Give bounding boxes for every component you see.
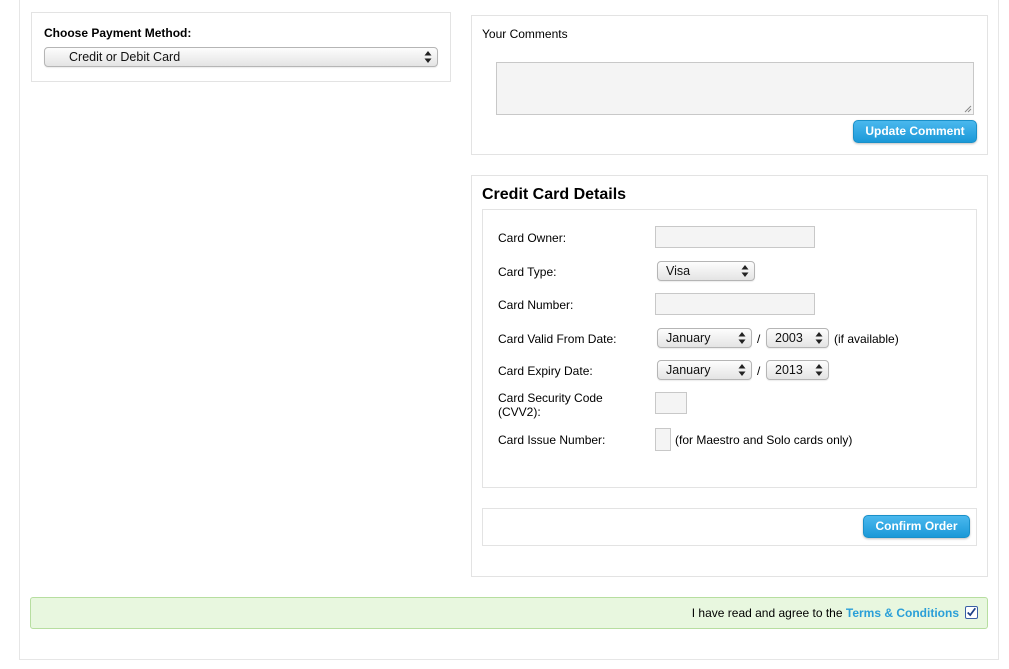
checkmark-icon bbox=[967, 607, 976, 617]
issue-number-label: Card Issue Number: bbox=[498, 433, 606, 447]
card-owner-label: Card Owner: bbox=[498, 231, 567, 245]
valid-from-month-select[interactable]: January bbox=[657, 328, 752, 348]
comments-label: Your Comments bbox=[482, 27, 568, 41]
select-arrows-icon bbox=[815, 332, 823, 344]
date-separator: / bbox=[757, 364, 761, 378]
payment-method-value: Credit or Debit Card bbox=[69, 50, 181, 64]
expiry-year-value: 2013 bbox=[775, 363, 803, 377]
payment-method-label: Choose Payment Method: bbox=[44, 26, 192, 40]
terms-bar: I have read and agree to the Terms & Con… bbox=[30, 597, 988, 629]
date-separator: / bbox=[757, 332, 761, 346]
valid-from-note: (if available) bbox=[834, 332, 899, 346]
update-comment-button[interactable]: Update Comment bbox=[853, 120, 977, 143]
select-arrows-icon bbox=[424, 51, 432, 63]
card-number-label: Card Number: bbox=[498, 298, 574, 312]
cvv-input[interactable] bbox=[655, 392, 687, 414]
terms-checkbox[interactable] bbox=[965, 606, 978, 619]
issue-number-note: (for Maestro and Solo cards only) bbox=[675, 433, 853, 447]
cvv-label-line1: Card Security Code bbox=[498, 391, 603, 405]
card-type-select[interactable]: Visa bbox=[657, 261, 755, 281]
payment-method-panel: Choose Payment Method: Credit or Debit C… bbox=[31, 12, 451, 82]
issue-number-input[interactable] bbox=[655, 428, 671, 451]
credit-card-form: Card Owner: Card Type: Visa Card Number:… bbox=[482, 209, 977, 488]
credit-card-panel: Credit Card Details Card Owner: Card Typ… bbox=[471, 175, 988, 577]
valid-from-year-select[interactable]: 2003 bbox=[766, 328, 829, 348]
select-arrows-icon bbox=[741, 265, 749, 277]
card-type-value: Visa bbox=[666, 264, 691, 278]
card-owner-input[interactable] bbox=[655, 226, 815, 248]
terms-prefix: I have read and agree to the bbox=[691, 606, 846, 620]
resize-grip-icon[interactable] bbox=[963, 104, 972, 113]
select-arrows-icon bbox=[738, 332, 746, 344]
select-arrows-icon bbox=[738, 364, 746, 376]
confirm-order-button[interactable]: Confirm Order bbox=[863, 515, 970, 538]
valid-from-label: Card Valid From Date: bbox=[498, 332, 617, 346]
expiry-month-value: January bbox=[666, 363, 711, 377]
select-arrows-icon bbox=[815, 364, 823, 376]
terms-link[interactable]: Terms & Conditions bbox=[846, 606, 959, 620]
payment-method-select[interactable]: Credit or Debit Card bbox=[44, 47, 438, 67]
expiry-date-label: Card Expiry Date: bbox=[498, 364, 593, 378]
expiry-month-select[interactable]: January bbox=[657, 360, 752, 380]
confirm-footer: Confirm Order bbox=[482, 508, 977, 546]
comments-panel: Your Comments Update Comment bbox=[471, 15, 988, 155]
credit-card-title: Credit Card Details bbox=[482, 186, 627, 203]
cvv-label-line2: (CVV2): bbox=[498, 405, 541, 419]
comments-textarea[interactable] bbox=[496, 62, 974, 115]
card-number-input[interactable] bbox=[655, 293, 815, 315]
valid-from-month-value: January bbox=[666, 331, 711, 345]
valid-from-year-value: 2003 bbox=[775, 331, 803, 345]
terms-text: I have read and agree to the Terms & Con… bbox=[692, 606, 959, 620]
card-type-label: Card Type: bbox=[498, 265, 557, 279]
cvv-label: Card Security Code (CVV2): bbox=[498, 391, 603, 419]
expiry-year-select[interactable]: 2013 bbox=[766, 360, 829, 380]
